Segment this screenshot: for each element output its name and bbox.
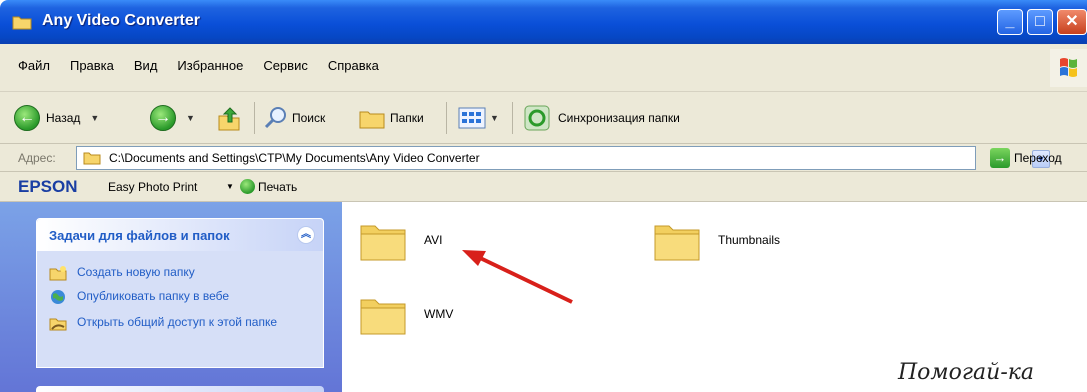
go-button[interactable]: Переход xyxy=(1014,151,1062,165)
address-input[interactable]: C:\Documents and Settings\CTP\My Documen… xyxy=(76,146,1050,170)
globe-icon xyxy=(51,290,65,304)
folder-name: WMV xyxy=(424,307,454,321)
folders-button[interactable]: Папки xyxy=(358,104,424,132)
minimize-icon: _ xyxy=(1005,13,1015,30)
task-share-folder[interactable]: Открыть общий доступ к этой папке xyxy=(49,315,317,331)
easy-photo-print-button[interactable]: Easy Photo Print xyxy=(108,180,197,194)
up-folder-button[interactable] xyxy=(216,104,242,132)
chevron-down-icon[interactable]: ▼ xyxy=(490,113,499,123)
menu-edit[interactable]: Правка xyxy=(70,58,114,73)
views-icon xyxy=(458,107,486,129)
task-label: Открыть общий доступ к этой папке xyxy=(77,315,278,329)
chevron-down-icon[interactable]: ▼ xyxy=(186,113,195,123)
collapse-button[interactable]: ︽ xyxy=(297,226,315,244)
folders-icon xyxy=(359,111,385,129)
menu-view[interactable]: Вид xyxy=(134,58,158,73)
tasks-header[interactable]: Задачи для файлов и папок ︽ xyxy=(37,219,323,251)
window-title: Any Video Converter xyxy=(42,12,200,29)
folder-icon xyxy=(12,16,32,30)
tasks-header-title: Задачи для файлов и папок xyxy=(49,228,230,243)
menu-tools[interactable]: Сервис xyxy=(263,58,308,73)
windows-logo-icon xyxy=(1050,49,1087,87)
back-label: Назад xyxy=(46,111,81,125)
title-bar: Any Video Converter _ □ ✕ xyxy=(0,0,1087,44)
sync-label: Синхронизация папки xyxy=(558,111,680,125)
search-icon xyxy=(264,107,286,129)
sync-folder-button[interactable]: Синхронизация папки xyxy=(524,104,680,132)
search-button[interactable]: Поиск xyxy=(264,104,325,132)
folder-icon xyxy=(654,225,700,261)
folder-item-wmv[interactable]: WMV xyxy=(358,292,453,336)
print-button[interactable]: Печать xyxy=(258,180,297,194)
go-arrow-icon[interactable]: → xyxy=(990,148,1010,168)
file-folder-tasks-panel: Задачи для файлов и папок ︽ Создать нову… xyxy=(36,218,324,368)
folder-icon xyxy=(360,225,406,261)
forward-arrow-icon: → xyxy=(150,105,176,131)
chevron-up-icon: ︽ xyxy=(301,229,311,240)
menu-favorites[interactable]: Избранное xyxy=(177,58,243,73)
separator xyxy=(446,102,447,134)
task-new-folder[interactable]: Создать новую папку xyxy=(49,265,317,281)
folder-icon xyxy=(360,299,406,335)
sync-icon xyxy=(524,105,550,131)
separator xyxy=(254,102,255,134)
maximize-button[interactable]: □ xyxy=(1027,9,1053,35)
epson-toolbar: EPSON Easy Photo Print ▼ Печать xyxy=(0,172,1087,202)
back-arrow-icon: ← xyxy=(14,105,40,131)
task-publish-web[interactable]: Опубликовать папку в вебе xyxy=(49,289,317,305)
folder-item-thumbnails[interactable]: Thumbnails xyxy=(652,218,780,262)
back-button[interactable]: ← Назад ▼ xyxy=(14,104,99,132)
address-label: Адрес: xyxy=(18,151,56,165)
epson-logo: EPSON xyxy=(18,177,78,196)
task-label: Опубликовать папку в вебе xyxy=(77,289,230,303)
menu-help[interactable]: Справка xyxy=(328,58,379,73)
folder-icon xyxy=(83,152,101,165)
toolbar: ← Назад ▼ → ▼ Поиск Папки ▼ Синхронизаци… xyxy=(0,92,1087,144)
address-bar: Адрес: C:\Documents and Settings\CTP\My … xyxy=(0,144,1087,172)
folder-name: Thumbnails xyxy=(718,233,781,247)
next-panel-header[interactable] xyxy=(36,386,324,392)
print-icon xyxy=(240,179,255,194)
shared-folder-icon xyxy=(49,318,67,331)
watermark: Помогай-ка xyxy=(898,360,1035,385)
folders-label: Папки xyxy=(390,111,424,125)
close-button[interactable]: ✕ xyxy=(1057,9,1087,35)
folder-name: AVI xyxy=(424,233,443,247)
maximize-icon: □ xyxy=(1035,13,1045,30)
chevron-down-icon[interactable]: ▼ xyxy=(226,182,234,191)
minimize-button[interactable]: _ xyxy=(997,9,1023,35)
address-path: C:\Documents and Settings\CTP\My Documen… xyxy=(109,151,480,165)
forward-button[interactable]: → ▼ xyxy=(150,104,195,132)
close-icon: ✕ xyxy=(1065,13,1079,30)
views-button[interactable]: ▼ xyxy=(458,104,499,132)
search-label: Поиск xyxy=(292,111,326,125)
up-folder-icon xyxy=(218,107,240,131)
tasks-pane: Задачи для файлов и папок ︽ Создать нову… xyxy=(0,202,342,392)
new-folder-icon xyxy=(49,266,67,281)
chevron-down-icon[interactable]: ▼ xyxy=(90,113,99,123)
separator xyxy=(512,102,513,134)
menu-file[interactable]: Файл xyxy=(18,58,50,73)
folder-item-avi[interactable]: AVI xyxy=(358,218,442,262)
task-label: Создать новую папку xyxy=(77,265,195,279)
menu-bar: Файл Правка Вид Избранное Сервис Справка xyxy=(0,44,1087,92)
